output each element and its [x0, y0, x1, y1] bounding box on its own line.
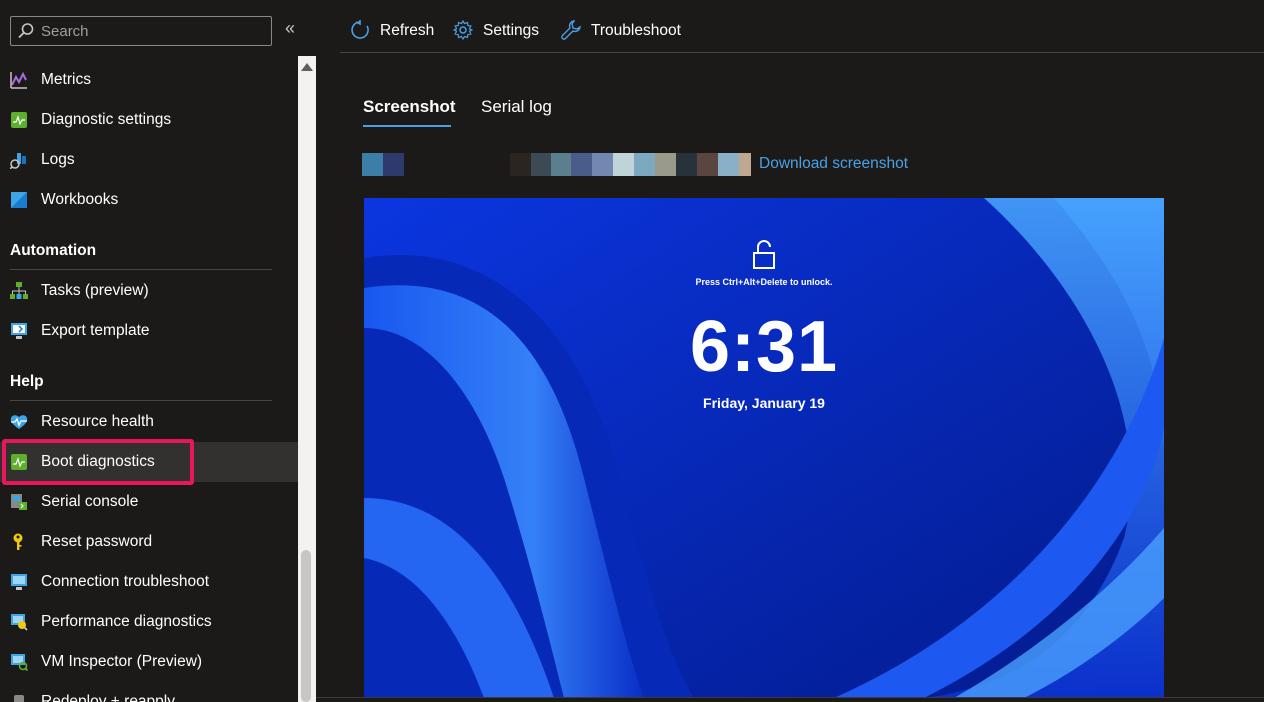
command-bar: Refresh Settings Troubleshoot — [340, 0, 1264, 53]
resource-health-icon — [10, 415, 28, 429]
lock-screen-time: 6:31 — [689, 307, 839, 387]
scroll-thumb[interactable] — [301, 550, 311, 702]
sidebar-item-label: Tasks (preview) — [41, 282, 149, 299]
search-input[interactable]: Search — [10, 16, 272, 46]
sidebar-item-vm-inspector[interactable]: VM Inspector (Preview) — [0, 642, 298, 682]
sidebar-item-label: Serial console — [41, 493, 139, 510]
unlock-hint: Press Ctrl+Alt+Delete to unlock. — [695, 277, 833, 287]
section-title-help: Help — [10, 373, 44, 390]
sidebar-item-label: Performance diagnostics — [41, 613, 212, 630]
sidebar-item-reset-password[interactable]: Reset password — [0, 522, 298, 562]
sidebar-item-performance-diagnostics[interactable]: Performance diagnostics — [0, 602, 298, 642]
serial-console-icon — [11, 494, 27, 510]
sidebar-item-connection-troubleshoot[interactable]: Connection troubleshoot — [0, 562, 298, 602]
sidebar-item-label: Redeploy + reapply — [41, 693, 175, 702]
search-placeholder: Search — [41, 23, 89, 40]
sidebar-item-metrics[interactable]: Metrics — [0, 60, 298, 100]
lock-screen-date: Friday, January 19 — [703, 395, 825, 411]
vm-inspector-icon — [11, 654, 28, 671]
metrics-icon — [10, 71, 27, 89]
wrench-icon — [561, 20, 581, 40]
sidebar-scrollbar[interactable] — [298, 56, 316, 702]
download-screenshot-link[interactable]: Download screenshot — [759, 155, 908, 173]
troubleshoot-label: Troubleshoot — [591, 22, 681, 39]
sidebar-item-label: Export template — [41, 322, 150, 339]
sidebar-item-boot-diagnostics[interactable]: Boot diagnostics — [0, 442, 298, 482]
sidebar-item-label: Logs — [41, 151, 75, 168]
refresh-label: Refresh — [380, 22, 435, 39]
sidebar-item-label: Resource health — [41, 413, 154, 430]
sidebar-item-redeploy[interactable]: Redeploy + reapply — [0, 682, 298, 702]
sidebar-item-label: Reset password — [41, 533, 153, 550]
tab-screenshot[interactable]: Screenshot — [363, 97, 456, 117]
unlock-icon — [753, 240, 775, 269]
sidebar-item-label: Metrics — [41, 71, 91, 88]
scrollbar-gutter — [298, 0, 316, 56]
boot-diagnostics-icon — [11, 454, 27, 470]
key-icon — [13, 533, 23, 550]
settings-label: Settings — [483, 22, 540, 39]
sidebar-item-logs[interactable]: Logs — [0, 140, 298, 180]
sidebar-item-tasks[interactable]: Tasks (preview) — [0, 271, 298, 311]
section-divider — [10, 400, 272, 401]
export-template-icon — [11, 323, 27, 339]
performance-diagnostics-icon — [11, 614, 28, 631]
gear-icon — [453, 20, 473, 40]
sidebar-item-workbooks[interactable]: Workbooks — [0, 180, 298, 220]
content-divider — [316, 697, 1264, 698]
active-tab-indicator — [363, 125, 451, 127]
sidebar-item-export-template[interactable]: Export template — [0, 311, 298, 351]
wallpaper-image — [364, 198, 1164, 698]
resource-menu: Search « Metrics Diagnostic settings Log… — [0, 0, 298, 702]
sidebar-item-label: Connection troubleshoot — [41, 573, 210, 590]
refresh-button[interactable]: Refresh — [350, 18, 450, 44]
sidebar-item-label: Diagnostic settings — [41, 111, 172, 128]
connection-troubleshoot-icon — [11, 574, 27, 590]
refresh-icon — [351, 20, 369, 39]
scroll-up-arrow-icon[interactable] — [301, 63, 313, 71]
logs-icon — [10, 153, 26, 169]
search-icon — [18, 23, 34, 39]
sidebar-item-diagnostic-settings[interactable]: Diagnostic settings — [0, 100, 298, 140]
troubleshoot-button[interactable]: Troubleshoot — [561, 18, 701, 44]
section-title-automation: Automation — [10, 242, 97, 259]
collapse-menu-button[interactable]: « — [285, 18, 295, 39]
tab-serial-log[interactable]: Serial log — [481, 97, 552, 117]
sidebar-item-label: Boot diagnostics — [41, 453, 155, 470]
settings-button[interactable]: Settings — [453, 18, 553, 44]
sidebar-item-resource-health[interactable]: Resource health — [0, 402, 298, 442]
sidebar-item-label: Workbooks — [41, 191, 119, 208]
redeploy-icon — [14, 695, 24, 702]
diagnostic-settings-icon — [11, 112, 27, 128]
tasks-icon — [10, 282, 28, 299]
boot-screenshot: Press Ctrl+Alt+Delete to unlock. 6:31 Fr… — [364, 198, 1164, 698]
sidebar-item-serial-console[interactable]: Serial console — [0, 482, 298, 522]
section-divider — [10, 269, 272, 270]
main-content: Refresh Settings Troubleshoot Screenshot… — [316, 0, 1264, 702]
sidebar-item-label: VM Inspector (Preview) — [41, 653, 203, 670]
workbooks-icon — [11, 192, 27, 208]
